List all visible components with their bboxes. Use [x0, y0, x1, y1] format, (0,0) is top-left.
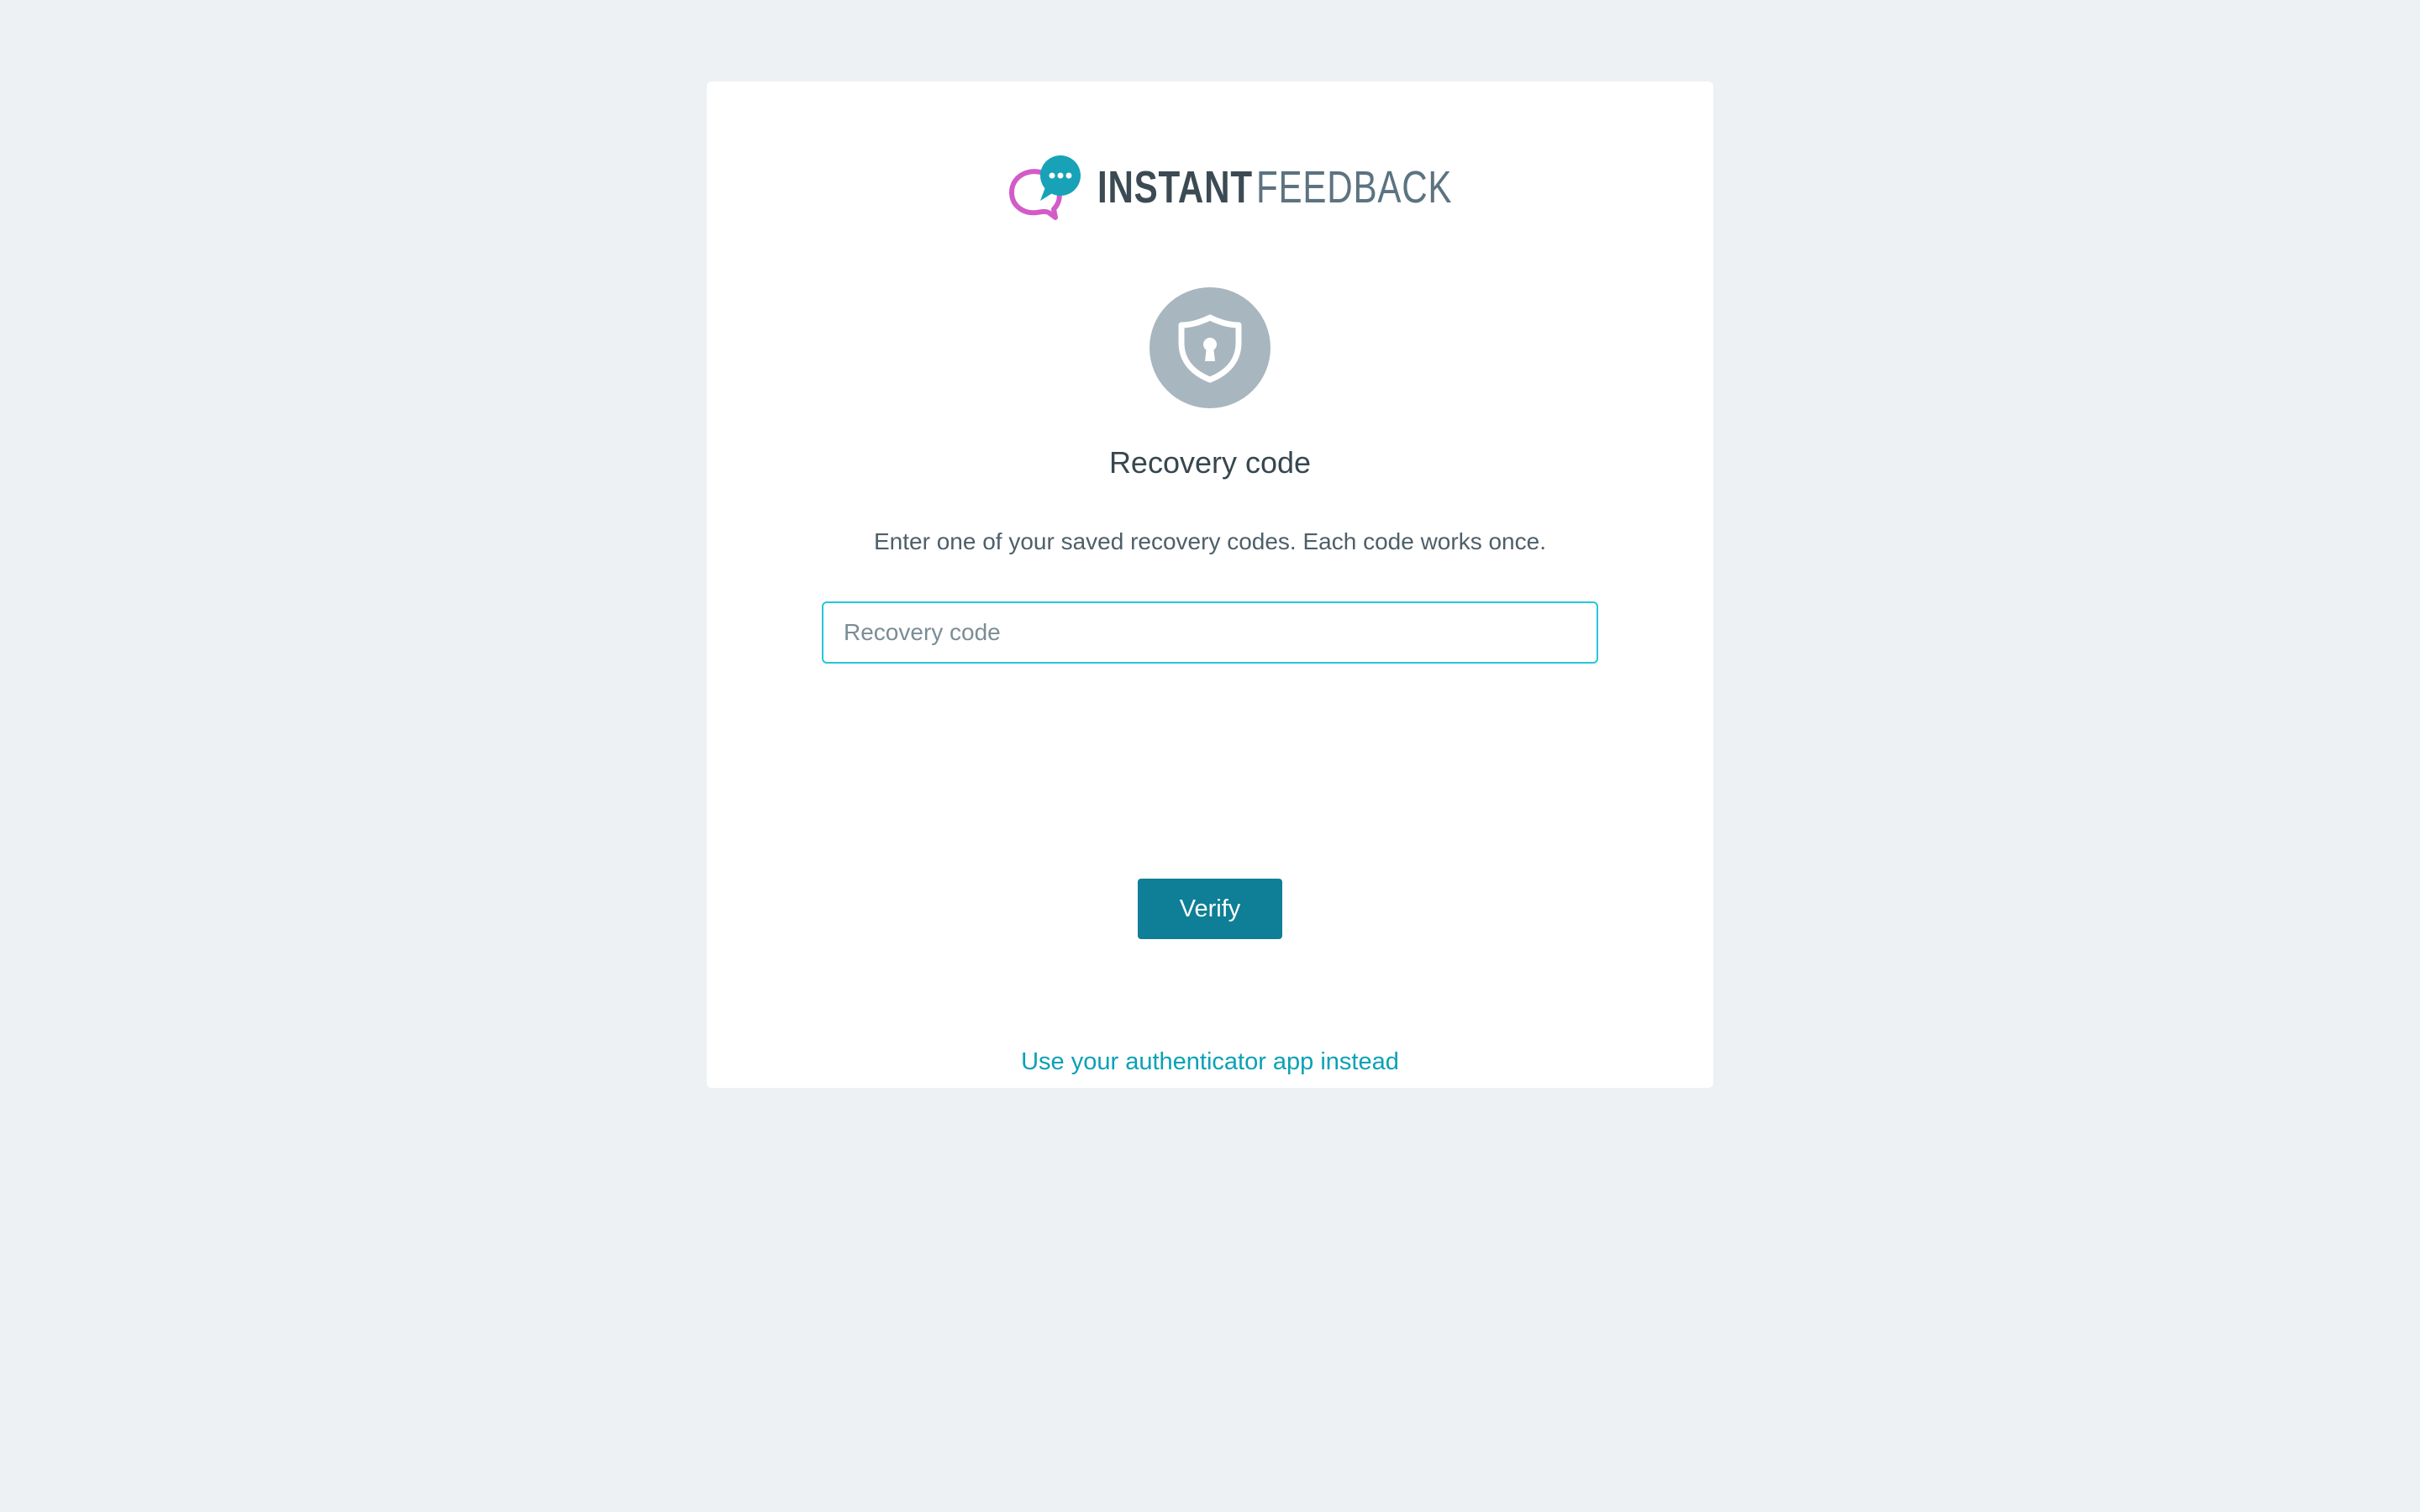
brand-logo: INSTANTFEEDBACK	[1007, 154, 1507, 221]
recovery-card: INSTANTFEEDBACK Recovery code Enter one …	[707, 81, 1713, 1088]
page-title: Recovery code	[1108, 445, 1312, 480]
shield-keyhole-icon	[1178, 314, 1242, 383]
verify-button[interactable]: Verify	[1138, 879, 1282, 939]
brand-name-part-2: FEEDBACK	[1255, 162, 1453, 213]
page-description: Enter one of your saved recovery codes. …	[874, 528, 1546, 554]
recovery-code-input[interactable]	[822, 601, 1598, 664]
brand-name-part-1: INSTANT	[1097, 162, 1253, 213]
security-badge	[1150, 287, 1270, 408]
brand-wordmark: INSTANTFEEDBACK	[1097, 154, 1507, 221]
chat-bubbles-icon	[1009, 155, 1081, 220]
use-authenticator-link[interactable]: Use your authenticator app instead	[707, 1045, 1713, 1079]
